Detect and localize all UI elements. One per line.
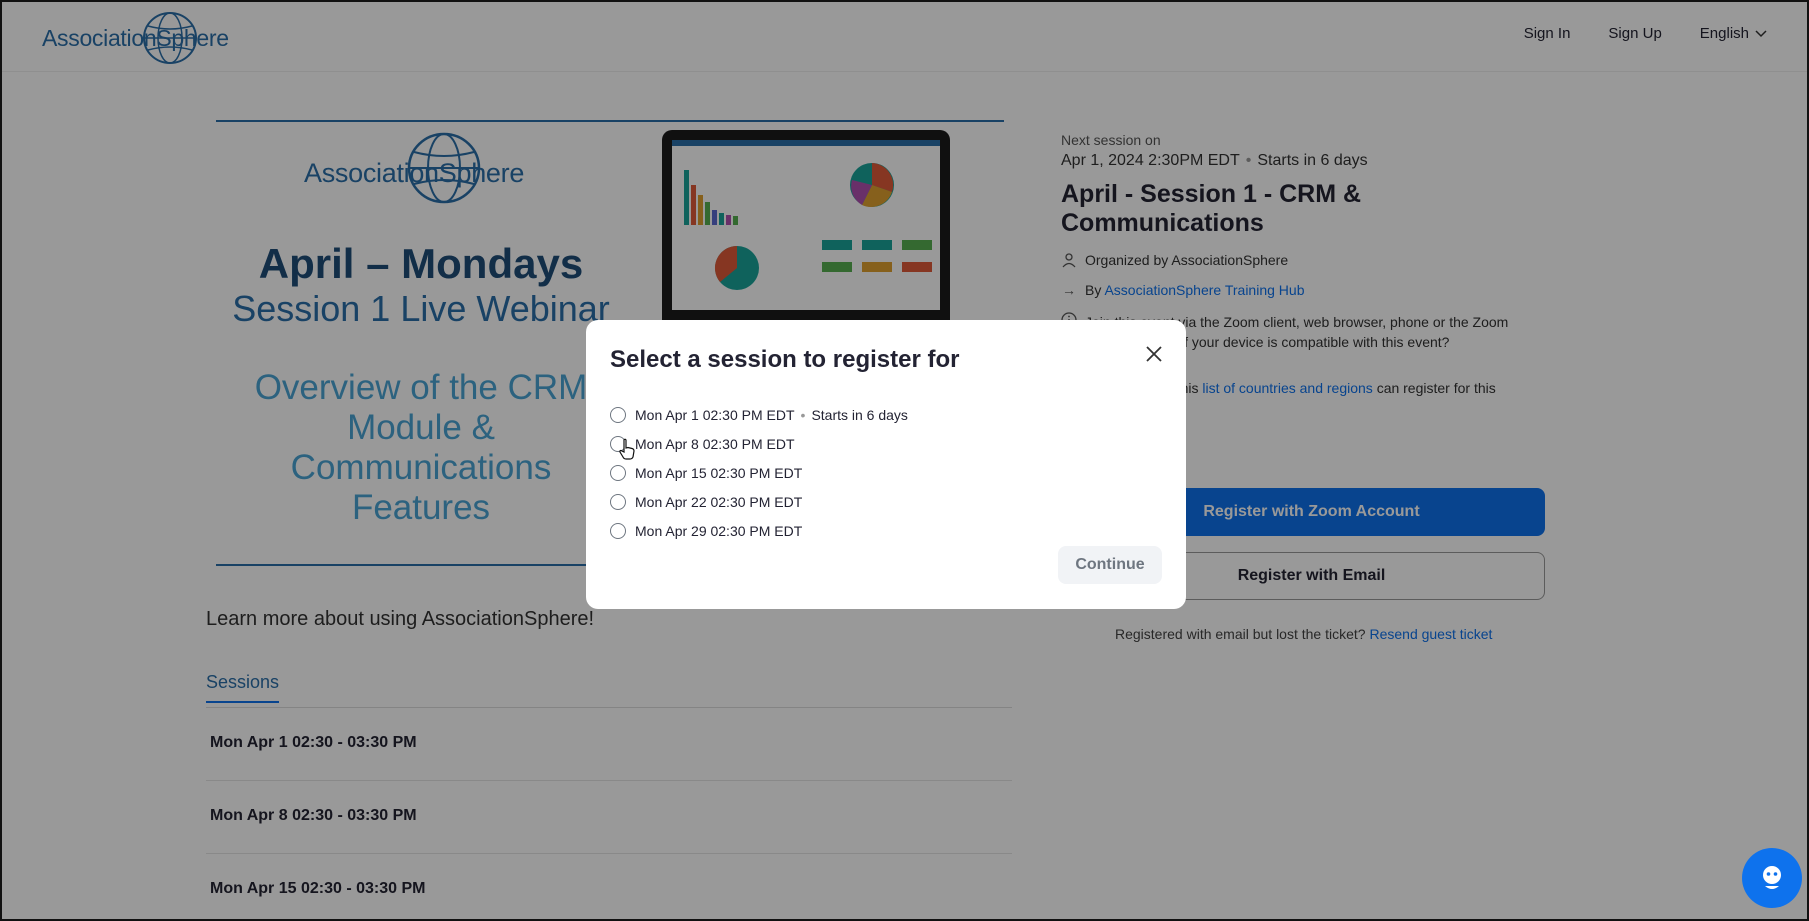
session-select-modal: Select a session to register for Mon Apr… — [586, 320, 1186, 609]
close-icon[interactable] — [1142, 342, 1166, 366]
chatbot-icon — [1763, 866, 1781, 889]
radio-button[interactable] — [610, 522, 626, 539]
session-option[interactable]: Mon Apr 22 02:30 PM EDT — [610, 487, 908, 516]
session-option-label: Mon Apr 15 02:30 PM EDT — [635, 464, 803, 481]
modal-title: Select a session to register for — [610, 346, 960, 373]
session-option[interactable]: Mon Apr 8 02:30 PM EDT — [610, 429, 908, 458]
radio-button[interactable] — [610, 406, 626, 423]
radio-button[interactable] — [610, 493, 626, 510]
session-option-label: Mon Apr 29 02:30 PM EDT — [635, 522, 803, 539]
radio-button[interactable] — [610, 464, 626, 481]
session-option[interactable]: Mon Apr 29 02:30 PM EDT — [610, 516, 908, 545]
continue-button[interactable]: Continue — [1058, 546, 1162, 584]
session-option-label: Mon Apr 1 02:30 PM EDT — [635, 406, 795, 423]
session-option-label: Mon Apr 8 02:30 PM EDT — [635, 435, 795, 452]
session-option[interactable]: Mon Apr 1 02:30 PM EDT • Starts in 6 day… — [610, 400, 908, 429]
chat-support-button[interactable] — [1742, 848, 1802, 908]
session-option-label: Mon Apr 22 02:30 PM EDT — [635, 493, 803, 510]
hand-cursor-icon — [619, 438, 635, 460]
session-option-note: Starts in 6 days — [811, 406, 908, 423]
session-option[interactable]: Mon Apr 15 02:30 PM EDT — [610, 458, 908, 487]
session-options: Mon Apr 1 02:30 PM EDT • Starts in 6 day… — [610, 400, 908, 545]
